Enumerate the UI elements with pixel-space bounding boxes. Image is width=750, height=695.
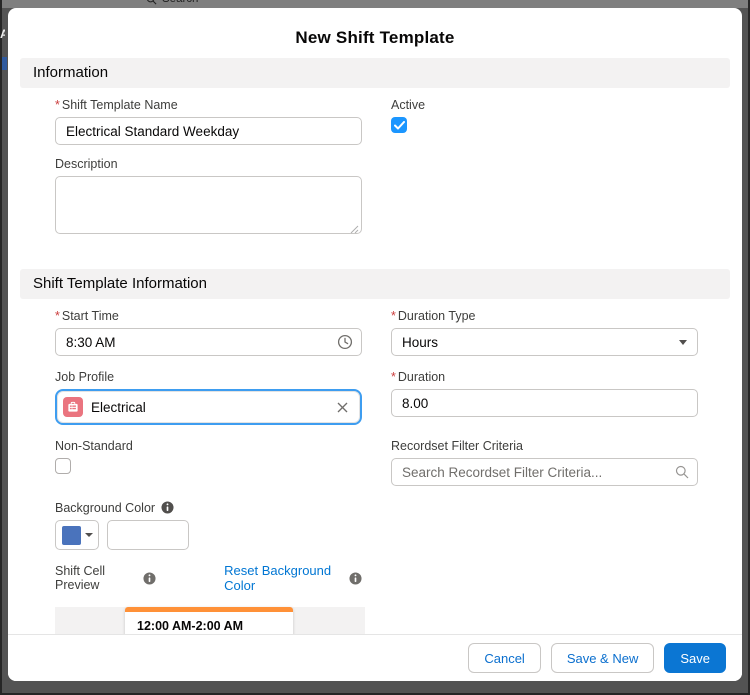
shift-cell-preview-area: 12:00 AM-2:00 AM Tentative [55, 607, 365, 634]
start-time-input[interactable] [55, 328, 362, 356]
active-label: Active [391, 98, 426, 112]
remove-job-profile-icon[interactable] [334, 399, 350, 415]
recordset-filter-criteria-input[interactable] [391, 458, 698, 486]
field-recordset-filter-criteria: Recordset Filter Criteria [391, 439, 698, 486]
required-asterisk: * [391, 309, 396, 323]
field-active: Active [391, 98, 698, 145]
modal-content: Information *Shift Template Name Active … [8, 54, 742, 634]
new-shift-template-modal: New Shift Template Information * Shift Te… [8, 8, 742, 681]
background-color-input[interactable] [107, 520, 189, 550]
description-textarea[interactable] [55, 176, 362, 234]
shift-cell-preview-card: 12:00 AM-2:00 AM Tentative [125, 607, 293, 634]
field-description: Description [55, 157, 362, 239]
recordset-filter-criteria-label: Recordset Filter Criteria [391, 439, 523, 453]
section-information: Information [20, 58, 730, 88]
modal-title: New Shift Template [295, 28, 455, 47]
job-profile-value: Electrical [91, 399, 146, 415]
active-checkbox[interactable] [391, 117, 407, 133]
background-partial-letter: A [0, 27, 5, 41]
duration-input[interactable] [391, 389, 698, 417]
field-duration-type: * Duration Type Hours [391, 309, 698, 356]
non-standard-label: Non-Standard [55, 439, 133, 453]
background-color-swatch-button[interactable] [55, 520, 99, 550]
shift-template-name-input[interactable] [55, 117, 362, 145]
job-profile-label: Job Profile [55, 370, 115, 384]
info-icon[interactable] [349, 571, 362, 585]
field-duration: * Duration [391, 370, 698, 425]
start-time-label: * Start Time [55, 309, 119, 323]
required-asterisk: * [391, 370, 396, 384]
search-icon [147, 0, 157, 4]
save-and-new-button[interactable]: Save & New [550, 643, 655, 673]
chevron-down-icon [679, 340, 687, 345]
checkmark-icon [393, 120, 405, 129]
duration-label: * Duration [391, 370, 446, 384]
field-non-standard: Non-Standard [55, 439, 362, 486]
preview-shift-time: 12:00 AM-2:00 AM [137, 619, 244, 633]
shift-template-name-label: * Shift Template Name [55, 98, 178, 112]
chevron-down-icon [84, 533, 93, 537]
cancel-button[interactable]: Cancel [468, 643, 541, 673]
modal-header: New Shift Template [8, 8, 742, 54]
field-shift-template-name: * Shift Template Name [55, 98, 362, 145]
info-icon[interactable] [143, 571, 156, 585]
background-search-label: Search [162, 0, 198, 5]
duration-type-label: * Duration Type [391, 309, 476, 323]
background-partial-icon [2, 57, 7, 70]
background-color-label: Background Color [55, 501, 362, 515]
job-profile-pill[interactable]: Electrical [55, 389, 362, 425]
required-asterisk: * [55, 98, 60, 112]
modal-footer: Cancel Save & New Save [8, 634, 742, 681]
job-profile-icon [63, 397, 83, 417]
field-background-color: Background Color [55, 501, 362, 550]
non-standard-checkbox[interactable] [55, 458, 71, 474]
field-start-time: * Start Time [55, 309, 362, 356]
description-label: Description [55, 157, 118, 171]
shift-cell-preview-label: Shift Cell Preview [55, 564, 106, 592]
duration-type-value: Hours [402, 334, 439, 350]
screen-backdrop: Search A New Shift Template Information … [0, 0, 750, 695]
duration-type-select[interactable]: Hours [391, 328, 698, 356]
field-job-profile: Job Profile Electrical [55, 370, 362, 425]
save-button[interactable]: Save [664, 643, 726, 673]
required-asterisk: * [55, 309, 60, 323]
reset-background-color-link[interactable]: Reset Background Color [224, 563, 343, 593]
background-search-fragment: Search [146, 0, 198, 6]
info-icon[interactable] [161, 501, 174, 514]
color-swatch [61, 525, 81, 545]
field-shift-cell-preview: Shift Cell Preview Reset Background Colo… [55, 563, 365, 634]
section-shift-template-information: Shift Template Information [20, 269, 730, 299]
backdrop-top-strip [2, 0, 748, 8]
